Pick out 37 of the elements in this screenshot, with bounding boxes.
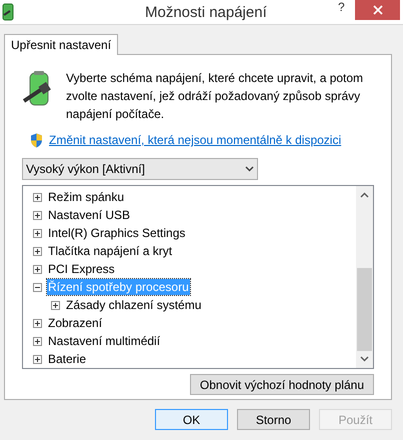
close-icon bbox=[372, 5, 382, 15]
help-button[interactable]: ? bbox=[338, 0, 345, 16]
tree-item[interactable]: Intel(R) Graphics Settings bbox=[47, 225, 186, 241]
tree-item[interactable]: Baterie bbox=[47, 351, 88, 367]
chevron-down-icon bbox=[245, 166, 254, 172]
restore-defaults-button[interactable]: Obnovit výchozí hodnoty plánu bbox=[190, 374, 374, 395]
expand-icon[interactable] bbox=[33, 192, 42, 202]
dialog-button[interactable]: OK bbox=[155, 409, 228, 430]
plan-dropdown[interactable]: Vysoký výkon [Aktivní] bbox=[22, 158, 258, 180]
dialog-button[interactable]: Storno bbox=[237, 409, 310, 430]
expand-icon[interactable] bbox=[33, 354, 42, 364]
scroll-down-icon[interactable] bbox=[360, 356, 369, 362]
tab[interactable]: Upřesnit nastavení bbox=[4, 34, 118, 55]
battery-plug-icon bbox=[1, 3, 15, 21]
scroll-up-icon[interactable] bbox=[360, 192, 369, 198]
scroll-thumb[interactable] bbox=[357, 268, 372, 351]
description-text: Vyberte schéma napájení, které chcete upravit, a potom zvolte nastavení, jež odráží požadovaný způsob správy napájení počítače. bbox=[66, 70, 364, 123]
window-title: Možnosti napájení bbox=[145, 3, 267, 23]
close-button[interactable] bbox=[355, 0, 400, 20]
tree-item[interactable]: PCI Express bbox=[47, 261, 116, 277]
tree-item[interactable]: Zásady chlazení systému bbox=[65, 297, 202, 313]
tree-item[interactable]: Zobrazení bbox=[47, 315, 104, 331]
expand-icon[interactable] bbox=[33, 264, 42, 274]
expand-icon[interactable] bbox=[51, 300, 60, 310]
collapse-icon[interactable] bbox=[33, 282, 42, 292]
expand-icon[interactable] bbox=[33, 318, 42, 328]
tree-item[interactable]: Nastavení USB bbox=[47, 207, 132, 223]
expand-icon[interactable] bbox=[33, 210, 42, 220]
tree-item[interactable]: Nastavení multimédií bbox=[47, 333, 162, 349]
tree-item[interactable]: Režim spánku bbox=[47, 189, 126, 205]
expand-icon[interactable] bbox=[33, 246, 42, 256]
scrollbar[interactable] bbox=[356, 186, 373, 368]
expand-icon[interactable] bbox=[33, 228, 42, 238]
shield-icon bbox=[30, 132, 43, 148]
tree-item[interactable]: Tlačítka napájení a kryt bbox=[47, 243, 174, 259]
change-settings-link[interactable]: Změnit nastavení, která nejsou momentálně k dispozici bbox=[49, 131, 342, 149]
expand-icon[interactable] bbox=[33, 336, 42, 346]
